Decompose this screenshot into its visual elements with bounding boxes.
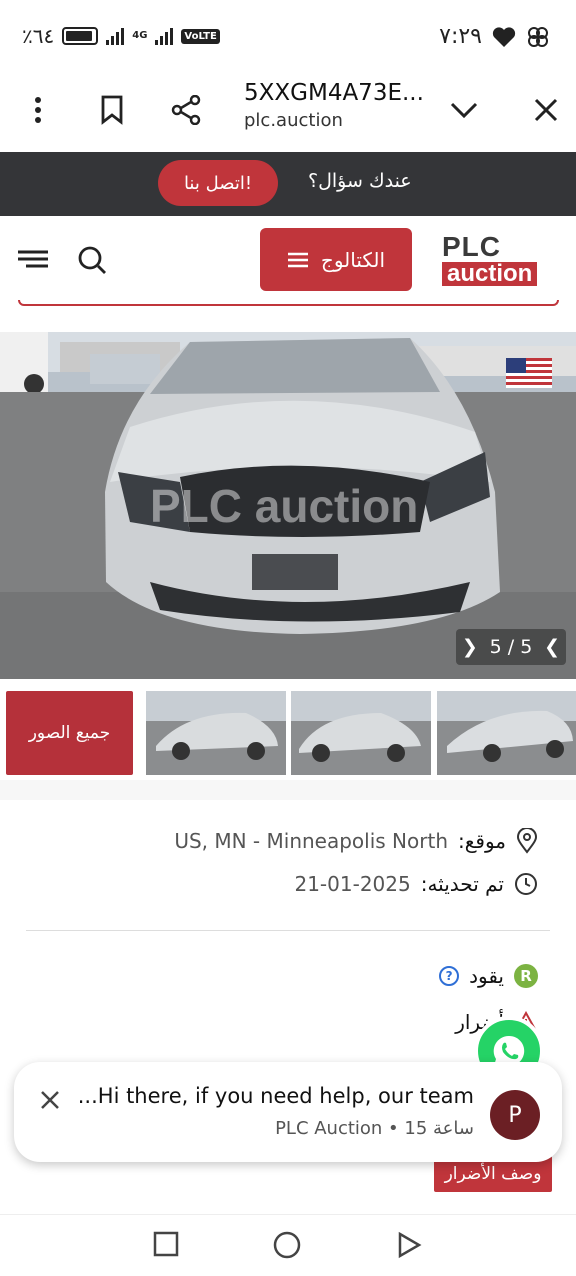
signal-icon: [106, 27, 125, 45]
info-divider: [26, 930, 550, 931]
drive-badge: R: [514, 964, 538, 988]
chat-meta: PLC Auction • 15 ساعة: [275, 1118, 474, 1139]
thumbnail-2[interactable]: [291, 691, 431, 775]
main-car-photo[interactable]: PLC auction ❯ 5 / 5 ❮: [0, 332, 576, 679]
banner-question: عندك سؤال؟: [308, 170, 412, 192]
location-value: US, MN - Minneapolis North: [174, 829, 448, 853]
bookmark-icon[interactable]: [92, 90, 132, 130]
logo-text-bottom: auction: [442, 262, 538, 286]
prev-photo-icon[interactable]: ❮: [544, 636, 560, 658]
catalog-button[interactable]: الكتالوج: [260, 228, 412, 291]
battery-percent: ٪٦٤: [22, 24, 55, 48]
url-host[interactable]: plc.auction: [244, 110, 343, 131]
volte-badge: VoLTE: [181, 28, 220, 44]
help-icon[interactable]: ?: [439, 966, 460, 986]
location-label: موقع:: [458, 829, 506, 853]
photo-watermark: PLC auction: [150, 480, 418, 532]
location-row: موقع: US, MN - Minneapolis North: [174, 828, 538, 854]
chevron-down-icon[interactable]: [444, 90, 484, 130]
thumbnail-strip: جميع الصور: [0, 691, 576, 777]
location-pin-icon: [516, 828, 538, 854]
site-header: الكتالوج PLC auction: [0, 216, 576, 302]
share-icon[interactable]: [166, 90, 206, 130]
back-icon[interactable]: [396, 1231, 424, 1259]
thumbnail-3[interactable]: [437, 691, 576, 775]
vpn-icon: [528, 26, 548, 47]
drive-label: يقود: [469, 964, 504, 988]
chat-notification[interactable]: P ...Hi there, if you need help, our tea…: [14, 1062, 562, 1162]
avatar: P: [490, 1090, 540, 1140]
next-photo-icon[interactable]: ❯: [462, 636, 478, 658]
catalog-label: الكتالوج: [320, 247, 386, 272]
all-photos-button[interactable]: جميع الصور: [6, 691, 133, 775]
signal-2-icon: [155, 27, 174, 45]
updated-row: تم تحديثه: 21-01-2025: [294, 872, 538, 896]
clock-icon: [515, 873, 537, 895]
status-right: ٧:٢٩: [439, 24, 550, 49]
contact-banner: اتصل بنا! عندك سؤال؟: [0, 152, 576, 216]
page-title[interactable]: 5XXGM4A73E...: [244, 80, 424, 106]
recents-icon[interactable]: [153, 1231, 181, 1259]
network-type: 4G: [132, 30, 148, 41]
car-image: PLC auction: [0, 332, 576, 679]
menu-dots-icon[interactable]: [18, 90, 58, 130]
us-flag-icon: [506, 358, 552, 388]
section-divider: [0, 780, 576, 800]
system-nav-bar: [0, 1214, 576, 1276]
chat-message: ...Hi there, if you need help, our team: [77, 1084, 474, 1108]
drive-row: R يقود ?: [439, 964, 538, 988]
contact-us-button[interactable]: اتصل بنا!: [158, 160, 278, 206]
clock: ٧:٢٩: [439, 24, 482, 49]
header-accent-line: [18, 300, 559, 306]
photo-pager: ❯ 5 / 5 ❮: [456, 629, 566, 665]
logo-text-top: PLC: [442, 231, 501, 262]
heart-icon: [492, 26, 516, 47]
updated-value: 21-01-2025: [294, 872, 411, 896]
plc-auction-logo[interactable]: PLC auction: [442, 231, 560, 286]
status-bar: ٪٦٤ 4G VoLTE ٧:٢٩: [0, 0, 576, 72]
list-icon: [287, 252, 308, 267]
hamburger-menu-icon[interactable]: [16, 246, 50, 272]
close-icon[interactable]: [526, 90, 566, 130]
updated-label: تم تحديثه:: [420, 872, 504, 896]
status-left: ٪٦٤ 4G VoLTE: [22, 24, 220, 48]
pager-count: 5 / 5: [489, 636, 533, 658]
thumbnail-1[interactable]: [146, 691, 286, 775]
battery-icon: [62, 27, 99, 45]
home-icon[interactable]: [273, 1231, 301, 1259]
close-notification-icon[interactable]: [36, 1086, 64, 1114]
search-icon[interactable]: [76, 244, 108, 276]
browser-toolbar: 5XXGM4A73E... plc.auction: [0, 72, 576, 152]
